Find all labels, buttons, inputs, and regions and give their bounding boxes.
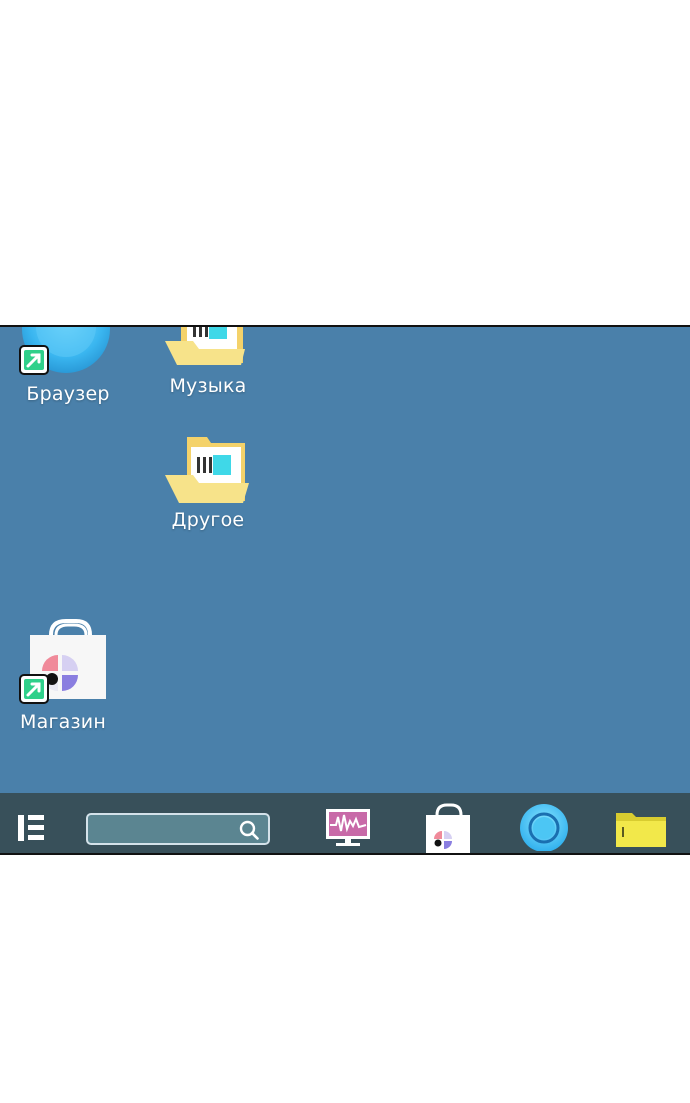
store-shortcut-icon [19, 619, 106, 704]
desktop-icon-browser[interactable]: Браузер [8, 327, 128, 415]
taskbar-system-monitor[interactable] [324, 807, 372, 849]
search-input[interactable] [96, 818, 240, 842]
start-menu-button[interactable] [16, 813, 48, 843]
search-icon[interactable] [238, 819, 260, 841]
taskbar [0, 793, 690, 853]
folder-icon [165, 437, 249, 503]
desktop-icon-label: Музыка [169, 375, 247, 397]
store-icon [426, 803, 470, 853]
desktop-icon-music[interactable]: Музыка [148, 327, 268, 405]
desktop-icon-store[interactable]: Магазин [6, 617, 126, 735]
browser-icon [520, 804, 568, 852]
browser-shortcut-icon [19, 327, 110, 375]
desktop-icon-other[interactable]: Другое [148, 435, 268, 545]
folder-icon [165, 327, 245, 365]
taskbar-store[interactable] [420, 803, 472, 853]
taskbar-search-box[interactable] [86, 813, 270, 845]
desktop-icon-label: Другое [171, 509, 245, 531]
desktop-icon-label: Магазин [20, 711, 106, 733]
taskbar-browser[interactable] [516, 803, 572, 852]
taskbar-file-manager[interactable] [614, 807, 668, 849]
screen: Браузер Музыка Другое Магазин [0, 325, 690, 855]
desktop-icon-label: Браузер [26, 383, 110, 405]
desktop: Браузер Музыка Другое Магазин [0, 327, 690, 793]
file-manager-icon [616, 813, 666, 847]
start-menu-icon [18, 815, 44, 841]
system-monitor-icon [326, 809, 370, 846]
